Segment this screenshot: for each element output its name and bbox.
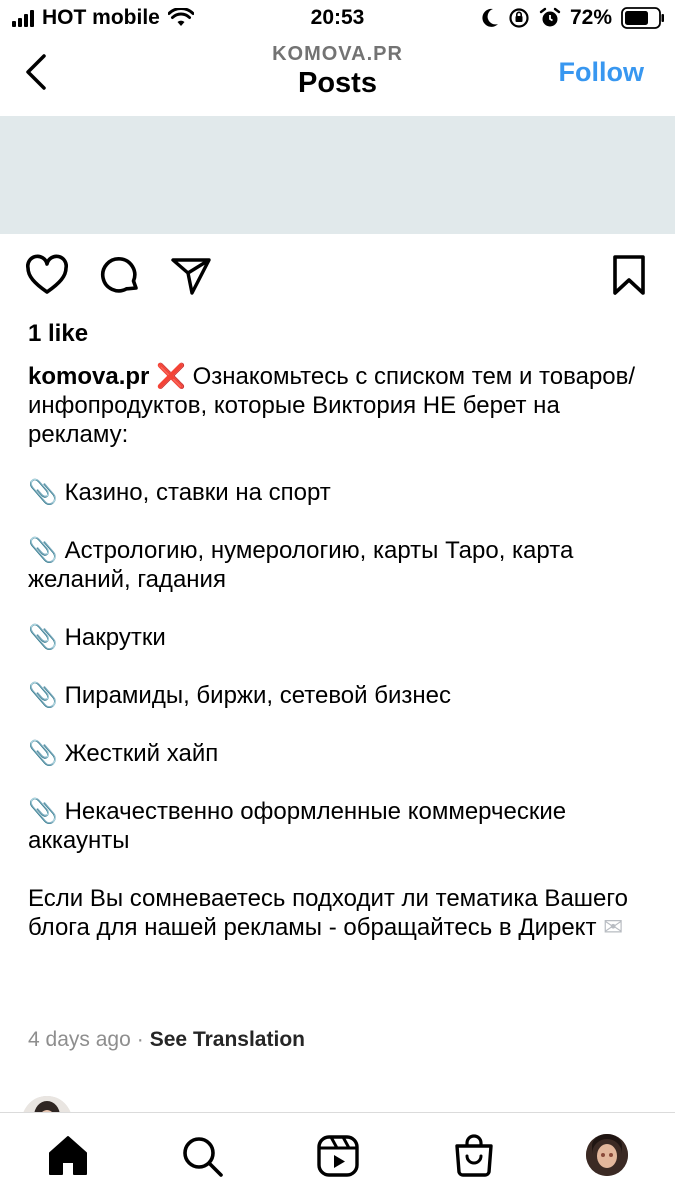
battery-icon	[621, 7, 664, 29]
moon-icon	[482, 8, 498, 27]
cross-mark-icon: ❌	[156, 362, 186, 390]
post-image[interactable]	[0, 116, 675, 234]
envelope-icon: ✉	[603, 913, 624, 941]
status-bar: HOT mobile 20:53 72%	[0, 0, 675, 40]
header: KOMOVA.PR Posts Follow	[0, 40, 675, 115]
post-actions	[0, 252, 675, 300]
alarm-icon	[539, 7, 561, 27]
like-count[interactable]: 1 like	[28, 320, 88, 348]
list-item: 📎 Пирамиды, биржи, сетевой бизнес	[28, 681, 451, 709]
shop-icon[interactable]	[452, 1134, 496, 1178]
list-item: 📎 Некачественно оформленные коммерческие…	[28, 797, 567, 854]
post-meta: 4 days ago · See Translation	[28, 1028, 305, 1052]
caption-outro: Если Вы сомневаетесь подходит ли тематик…	[28, 885, 628, 941]
post-time: 4 days ago	[28, 1028, 131, 1051]
profile-avatar-tab[interactable]	[586, 1134, 628, 1176]
paperclip-icon: 📎	[28, 623, 58, 651]
bookmark-icon[interactable]	[606, 252, 652, 298]
caption-outro-line: Если Вы сомневаетесь подходит ли тематик…	[28, 884, 658, 942]
paperclip-icon: 📎	[28, 478, 58, 506]
comment-icon[interactable]	[97, 252, 143, 298]
see-translation-link[interactable]: See Translation	[150, 1028, 305, 1051]
paperclip-icon: 📎	[28, 739, 58, 767]
meta-separator: ·	[136, 1028, 144, 1051]
list-item: 📎 Накрутки	[28, 623, 166, 651]
share-icon[interactable]	[168, 252, 214, 298]
status-right: 72%	[481, 6, 665, 30]
home-icon[interactable]	[46, 1134, 90, 1178]
search-icon[interactable]	[180, 1134, 224, 1178]
paperclip-icon: 📎	[28, 681, 58, 709]
list-item: 📎 Казино, ставки на спорт	[28, 478, 331, 506]
heart-icon[interactable]	[24, 252, 70, 298]
battery-percent: 72%	[569, 6, 612, 29]
post-caption: komova.pr ❌ Ознакомьтесь с списком тем и…	[28, 362, 658, 971]
list-item: 📎 Астрологию, нумерологию, карты Таро, к…	[28, 536, 574, 593]
reels-icon[interactable]	[316, 1134, 360, 1178]
list-item: 📎 Жесткий хайп	[28, 739, 219, 767]
caption-username[interactable]: komova.pr	[28, 363, 149, 390]
paperclip-icon: 📎	[28, 797, 58, 825]
orientation-lock-icon	[509, 8, 529, 28]
paperclip-icon: 📎	[28, 536, 58, 564]
follow-button[interactable]: Follow	[559, 57, 644, 88]
